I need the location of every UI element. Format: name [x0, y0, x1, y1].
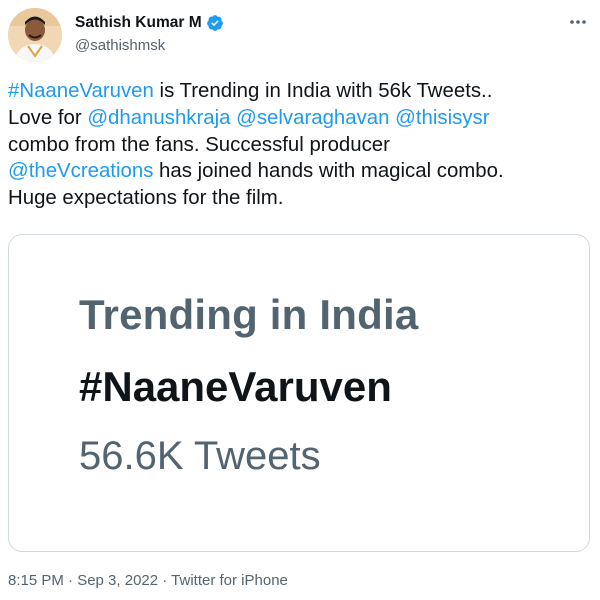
tweet-text-segment: Huge expectations for the film. — [8, 187, 284, 210]
author-name-row[interactable]: Sathish Kumar M — [75, 14, 224, 32]
tweet-line: @theVcreations has joined hands with mag… — [8, 158, 593, 185]
mention-link[interactable]: @dhanushkraja — [87, 107, 230, 129]
card-title: Trending in India — [79, 291, 419, 338]
author-handle[interactable]: @sathishmsk — [75, 37, 165, 54]
tweet-text-segment: has joined hands with magical combo. — [153, 160, 504, 183]
mention-link[interactable]: @selvaraghavan — [236, 107, 389, 129]
tweet-text-segment: combo from the fans. Successful producer — [8, 133, 390, 156]
tweet-line: #NaaneVaruven is Trending in India with … — [8, 78, 593, 105]
card-hashtag: #NaaneVaruven — [79, 363, 392, 410]
card-tweet-count: 56.6K Tweets — [79, 434, 321, 478]
tweet: Sathish Kumar M @sathishmsk #NaaneVaruve… — [0, 0, 600, 600]
mention-link[interactable]: @theVcreations — [8, 160, 153, 182]
verified-badge-icon — [206, 14, 224, 32]
user-avatar-icon — [8, 8, 62, 62]
hashtag-link[interactable]: #NaaneVaruven — [8, 80, 154, 102]
more-options-icon[interactable] — [566, 12, 590, 32]
tweet-line: combo from the fans. Successful producer — [8, 132, 593, 159]
mention-link[interactable]: @thisisysr — [395, 107, 489, 129]
trending-card-image[interactable]: Trending in India #NaaneVaruven 56.6K Tw… — [8, 234, 590, 552]
tweet-text-segment: Love for — [8, 106, 88, 129]
avatar[interactable] — [8, 8, 62, 62]
tweet-line: Huge expectations for the film. — [8, 185, 593, 212]
tweet-text: #NaaneVaruven is Trending in India with … — [8, 78, 593, 212]
tweet-text-segment: is Trending in India with 56k Tweets.. — [153, 80, 493, 102]
author-display-name[interactable]: Sathish Kumar M — [75, 14, 202, 32]
tweet-line: Love for @dhanushkraja @selvaraghavan @t… — [8, 105, 593, 132]
tweet-timestamp[interactable]: 8:15 PM · Sep 3, 2022 · Twitter for iPho… — [8, 572, 288, 589]
